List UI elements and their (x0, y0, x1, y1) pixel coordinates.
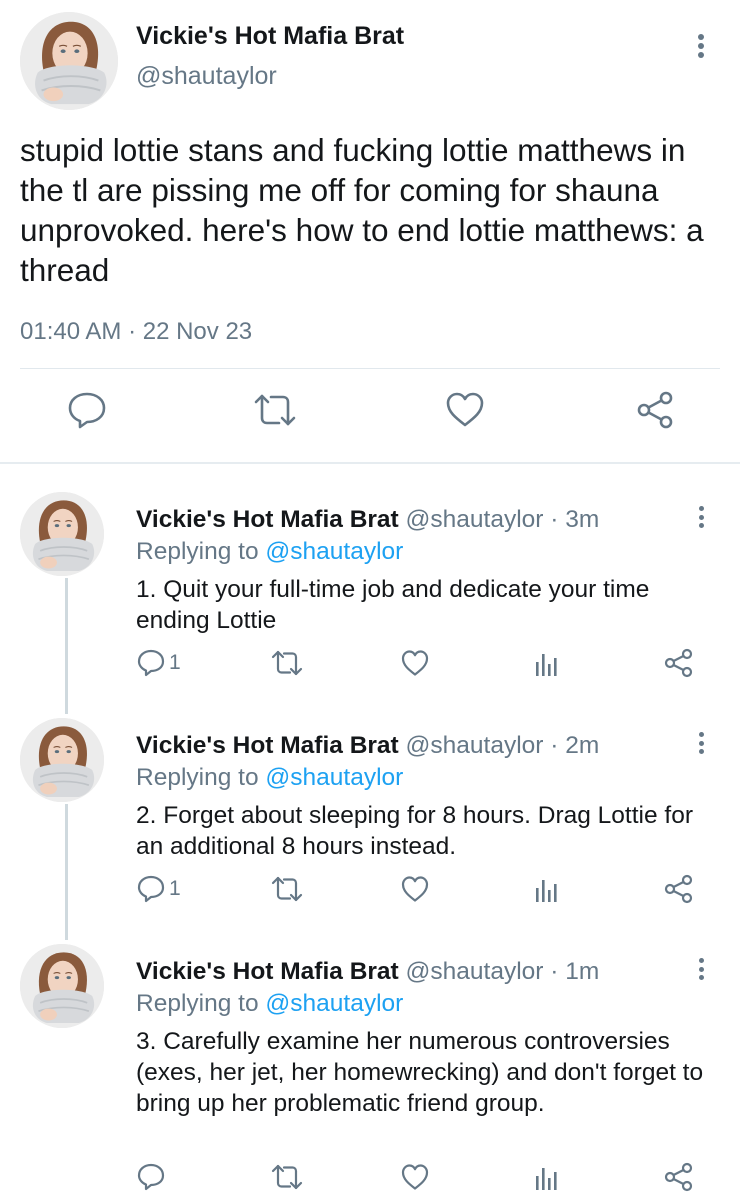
reply-header: Vickie's Hot Mafia Brat @shautaylor · 3m (136, 506, 599, 534)
thread-line (65, 578, 68, 714)
display-name[interactable]: Vickie's Hot Mafia Brat (136, 22, 404, 51)
retweet-icon[interactable] (270, 1162, 304, 1192)
replying-label: Replying to (136, 990, 266, 1017)
handle-time: @shautaylor · 1m (405, 958, 600, 985)
avatar[interactable] (20, 492, 104, 576)
reply-button[interactable]: 1 (136, 648, 181, 678)
replying-label: Replying to (136, 538, 266, 565)
mention-link[interactable]: @shautaylor (265, 990, 403, 1017)
timestamp[interactable]: 01:40 AM · 22 Nov 23 (20, 318, 252, 346)
action-bar: 1 (0, 648, 740, 688)
share-icon[interactable] (636, 390, 676, 430)
action-bar: 1 (0, 874, 740, 914)
analytics-icon[interactable] (534, 874, 560, 904)
replying-to: Replying to @shautaylor (136, 764, 403, 792)
handle-time: @shautaylor · 3m (405, 506, 600, 533)
share-icon[interactable] (664, 648, 694, 678)
mention-link[interactable]: @shautaylor (265, 538, 403, 565)
tweet-text: 3. Carefully examine her numerous contro… (136, 1028, 704, 1117)
thread-line (65, 804, 68, 940)
reply-icon[interactable] (66, 390, 108, 430)
avatar[interactable] (20, 944, 104, 1028)
avatar[interactable] (20, 12, 118, 110)
reply-tweet[interactable]: Vickie's Hot Mafia Brat @shautaylor · 1m… (0, 922, 740, 1200)
reply-count: 1 (169, 877, 181, 900)
display-name[interactable]: Vickie's Hot Mafia Brat (136, 732, 399, 759)
reply-count: 1 (169, 651, 181, 674)
reply-tweet[interactable]: Vickie's Hot Mafia Brat @shautaylor · 2m… (0, 696, 740, 940)
tweet-text: 1. Quit your full-time job and dedicate … (136, 576, 650, 634)
divider (20, 368, 720, 369)
divider (0, 462, 740, 464)
share-icon[interactable] (664, 1162, 694, 1192)
reply-icon (137, 649, 165, 677)
reply-button[interactable]: 1 (136, 874, 181, 904)
replying-to: Replying to @shautaylor (136, 990, 403, 1018)
reply-header: Vickie's Hot Mafia Brat @shautaylor · 1m (136, 958, 599, 986)
like-icon[interactable] (400, 1162, 430, 1192)
retweet-icon[interactable] (270, 648, 304, 678)
like-icon[interactable] (400, 874, 430, 904)
action-bar (0, 390, 740, 446)
action-bar (0, 1162, 740, 1200)
like-icon[interactable] (400, 648, 430, 678)
like-icon[interactable] (444, 390, 486, 430)
tweet-text: 2. Forget about sleeping for 8 hours. Dr… (136, 802, 694, 860)
display-name[interactable]: Vickie's Hot Mafia Brat (136, 958, 399, 985)
more-options-icon[interactable] (697, 732, 705, 754)
thread-line (65, 696, 68, 714)
more-options-icon[interactable] (697, 34, 705, 58)
handle-time: @shautaylor · 2m (405, 732, 600, 759)
thread-line (65, 922, 68, 940)
more-options-icon[interactable] (697, 958, 705, 980)
reply-icon (137, 875, 165, 903)
reply-button[interactable] (136, 1162, 169, 1192)
handle[interactable]: @shautaylor (136, 62, 277, 91)
mention-link[interactable]: @shautaylor (265, 764, 403, 791)
reply-header: Vickie's Hot Mafia Brat @shautaylor · 2m (136, 732, 599, 760)
retweet-icon[interactable] (252, 390, 298, 430)
tweet-text: stupid lottie stans and fucking lottie m… (20, 132, 704, 288)
reply-icon (137, 1163, 165, 1191)
share-icon[interactable] (664, 874, 694, 904)
analytics-icon[interactable] (534, 1162, 560, 1192)
avatar[interactable] (20, 718, 104, 802)
analytics-icon[interactable] (534, 648, 560, 678)
main-tweet: Vickie's Hot Mafia Brat @shautaylor stup… (0, 0, 740, 464)
more-options-icon[interactable] (697, 506, 705, 528)
replying-to: Replying to @shautaylor (136, 538, 403, 566)
reply-tweet[interactable]: Vickie's Hot Mafia Brat @shautaylor · 3m… (0, 478, 740, 714)
replying-label: Replying to (136, 764, 266, 791)
retweet-icon[interactable] (270, 874, 304, 904)
display-name[interactable]: Vickie's Hot Mafia Brat (136, 506, 399, 533)
